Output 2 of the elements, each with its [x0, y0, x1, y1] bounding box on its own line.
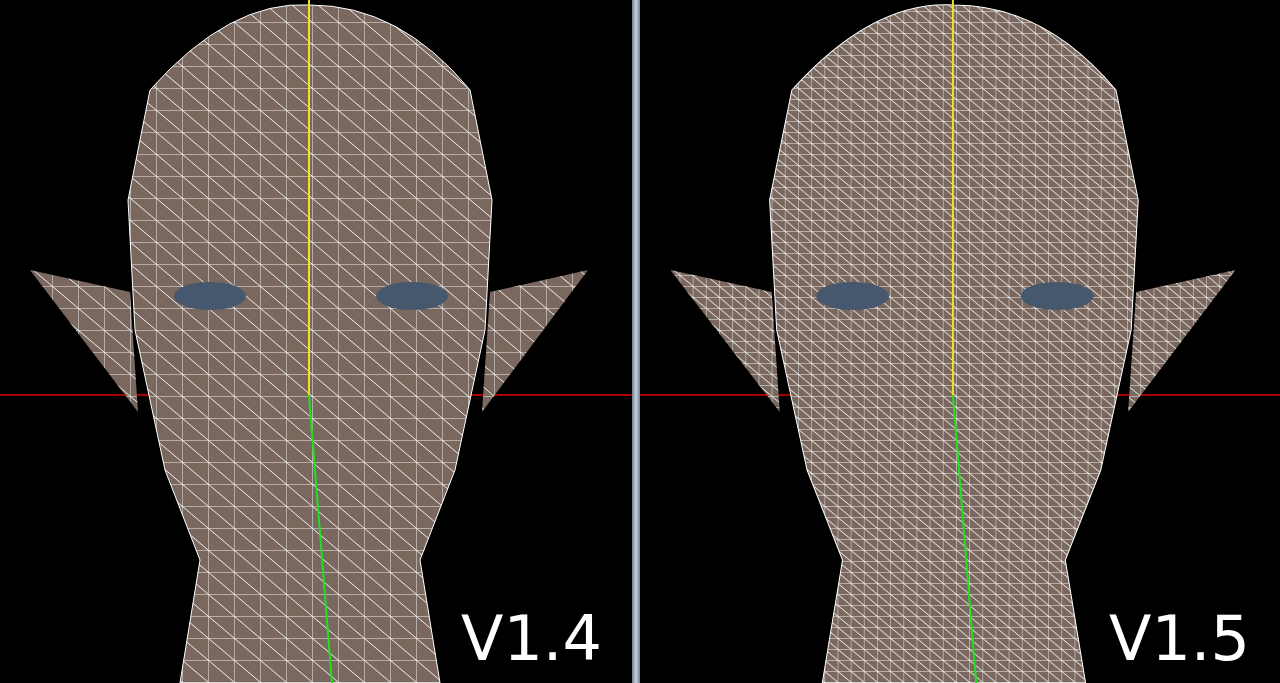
- version-label: V1.5: [1109, 604, 1250, 673]
- version-label: V1.4: [461, 604, 602, 673]
